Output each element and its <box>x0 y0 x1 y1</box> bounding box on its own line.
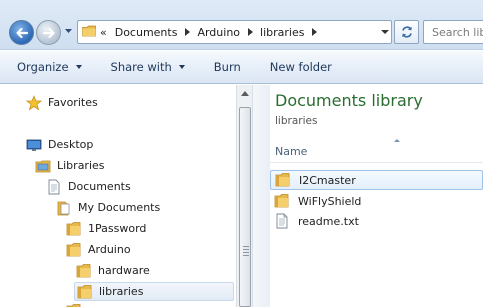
nav-item-label: hardware <box>98 264 150 277</box>
address-bar-row: « Documents Arduino libraries <box>0 0 483 50</box>
sort-ascending-icon <box>394 139 400 142</box>
breadcrumb-separator-icon[interactable] <box>185 28 191 36</box>
nav-item-desktop[interactable]: Desktop <box>26 135 93 154</box>
nav-item-label: My Documents <box>78 201 161 214</box>
share-with-button[interactable]: Share with <box>111 60 185 74</box>
pane-splitter[interactable] <box>252 85 270 307</box>
desktop-icon <box>26 137 42 153</box>
recent-pages-dropdown-icon[interactable] <box>64 28 73 34</box>
scrollbar-thumb[interactable] <box>239 107 251 307</box>
folder-icon <box>82 25 96 37</box>
text-file-icon <box>274 213 290 229</box>
nav-item-documents[interactable]: Documents <box>46 177 131 196</box>
organize-button[interactable]: Organize <box>17 60 82 74</box>
nav-item-my-documents[interactable]: My Documents <box>56 198 160 217</box>
file-row[interactable]: I2Cmaster <box>270 170 483 190</box>
nav-item-label: 1Password <box>88 222 147 235</box>
column-header-divider <box>270 162 483 163</box>
breadcrumb-separator-icon[interactable] <box>312 28 318 36</box>
content-pane: Documents library libraries Name I2Cmast… <box>270 85 483 307</box>
star-icon <box>25 94 43 111</box>
breadcrumb-arduino[interactable]: Arduino <box>197 26 240 39</box>
forward-button[interactable] <box>36 20 61 45</box>
search-input[interactable] <box>424 21 483 43</box>
share-with-label: Share with <box>110 60 172 74</box>
documents-icon <box>46 179 62 195</box>
nav-item-label: Desktop <box>48 138 94 151</box>
arrow-right-icon <box>42 27 55 39</box>
chevron-down-icon <box>178 65 185 69</box>
back-button[interactable] <box>9 20 34 45</box>
arrow-left-icon <box>16 27 29 39</box>
nav-item-label: Libraries <box>57 159 105 172</box>
navigation-scrollbar[interactable] <box>236 85 252 307</box>
folder-icon <box>66 221 82 237</box>
nav-item-libraries[interactable]: Libraries <box>35 156 105 175</box>
nav-item-1password[interactable]: 1Password <box>66 219 146 238</box>
command-toolbar: Organize Share with Burn New folder <box>0 51 483 84</box>
search-box[interactable] <box>423 20 483 44</box>
file-row[interactable]: WiFlyShield <box>270 191 483 211</box>
new-folder-label: New folder <box>269 60 332 74</box>
folder-icon <box>77 284 93 300</box>
breadcrumb-documents[interactable]: Documents <box>115 26 178 39</box>
file-name: WiFlyShield <box>298 194 362 208</box>
scroll-up-arrow-icon[interactable] <box>241 91 249 96</box>
breadcrumb-libraries[interactable]: libraries <box>260 26 304 39</box>
column-header-name[interactable]: Name <box>275 145 307 158</box>
nav-item-arduino[interactable]: Arduino <box>66 240 131 259</box>
nav-item-hardware[interactable]: hardware <box>76 261 150 280</box>
refresh-button[interactable] <box>394 20 419 44</box>
burn-button[interactable]: Burn <box>214 60 241 74</box>
folder-icon <box>66 242 82 258</box>
folder-icon <box>274 193 290 209</box>
breadcrumb-separator-icon[interactable] <box>248 28 254 36</box>
nav-item-label: Favorites <box>48 96 98 109</box>
breadcrumb: « Documents Arduino libraries <box>100 21 324 43</box>
folder-icon <box>76 263 92 279</box>
address-field[interactable]: « Documents Arduino libraries <box>77 20 392 44</box>
file-row[interactable]: readme.txt <box>270 211 483 231</box>
refresh-icon <box>402 26 412 38</box>
nav-item-favorites[interactable]: Favorites <box>25 93 98 112</box>
folder-icon <box>275 172 291 188</box>
organize-label: Organize <box>17 60 69 74</box>
nav-item-label: libraries <box>99 285 144 298</box>
address-history-dropdown-icon[interactable] <box>381 30 389 34</box>
folder-icon <box>66 303 82 307</box>
file-name: readme.txt <box>298 214 359 228</box>
new-folder-button[interactable]: New folder <box>270 60 332 74</box>
burn-label: Burn <box>213 60 241 74</box>
scrollbar-grip-icon <box>243 246 249 258</box>
libraries-icon <box>35 158 51 174</box>
nav-item-label: Arduino <box>88 243 131 256</box>
library-location: libraries <box>275 115 318 127</box>
breadcrumb-overflow[interactable]: « <box>100 26 107 39</box>
nav-item-partial[interactable] <box>66 301 88 307</box>
chevron-down-icon <box>75 65 82 69</box>
folder-documents-icon <box>56 200 72 216</box>
navigation-pane: Favorites Desktop Libraries Documents My… <box>0 85 238 307</box>
library-title: Documents library <box>275 91 423 110</box>
nav-item-label: Documents <box>68 180 131 193</box>
nav-item-libraries-folder[interactable]: libraries <box>74 282 234 301</box>
file-name: I2Cmaster <box>299 173 356 187</box>
